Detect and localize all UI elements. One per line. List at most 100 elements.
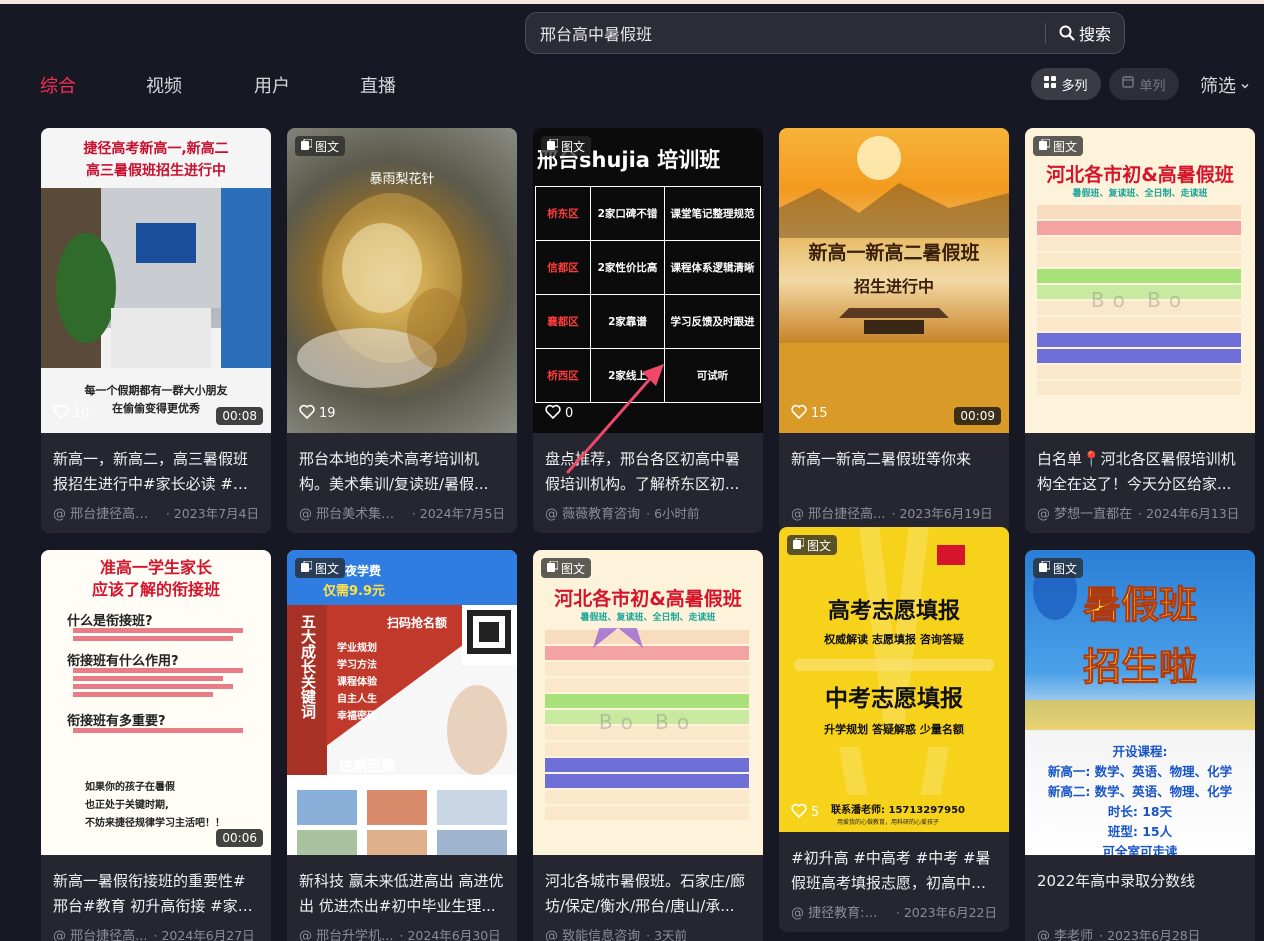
card-thumbnail[interactable]: 暴雨梨花针 图文 19 <box>287 128 517 433</box>
like-count: 13 <box>1037 826 1074 845</box>
card-author[interactable]: @ 邢台捷径高考... <box>53 503 160 522</box>
card-author[interactable]: @ 捷径教育:大... <box>791 902 890 921</box>
poster-h2: 中考志愿填报 <box>825 686 963 712</box>
poster-line: 新高一: 数学、英语、物理、化学 <box>1047 764 1233 779</box>
card-thumbnail[interactable]: 捷径高考新高一,新高二 高三暑假班招生进行中 每一个假期都有一群大小朋友 在偷偷… <box>41 128 271 433</box>
card-thumbnail[interactable]: 暑假班 招生啦 开设课程: 新高一: 数学、英语、物理、化学 新高二: 数学、英… <box>1025 550 1255 855</box>
result-card[interactable]: 高考志愿填报 权威解读 志愿填报 咨询答疑 中考志愿填报 升学规划 答疑解惑 少… <box>779 527 1009 932</box>
card-author[interactable]: @ 梦想一直都在 <box>1037 503 1132 522</box>
like-count-value: 19 <box>319 406 336 421</box>
search-button[interactable]: 搜索 <box>1046 13 1124 53</box>
card-meta: @ 邢台美术集训... · 2024年7月5日 <box>299 503 505 522</box>
result-card[interactable]: 河北各市初&高暑假班 暑假班、复读班、全日制、走读班 Bo Bo 图文 白名单📍… <box>1025 128 1255 533</box>
tab-all[interactable]: 综合 <box>40 72 76 98</box>
tab-live[interactable]: 直播 <box>360 72 396 98</box>
poster-line2: 招生进行中 <box>853 277 934 296</box>
card-date: · 2023年6月22日 <box>895 905 997 920</box>
card-thumbnail[interactable]: 河北各市初&高暑假班 暑假班、复读班、全日制、走读班 Bo Bo 图文 <box>1025 128 1255 433</box>
badge-label: 图文 <box>807 538 832 553</box>
single-column-label: 单列 <box>1139 78 1166 94</box>
filter-dropdown[interactable]: 筛选 <box>1200 72 1250 98</box>
poster-image: 捷径高考新高一,新高二 高三暑假班招生进行中 每一个假期都有一群大小朋友 在偷偷… <box>41 128 271 433</box>
poster-bottom2: 也正处于关键时期, <box>85 800 169 811</box>
poster-line1: 捷径高考新高一,新高二 <box>83 141 229 157</box>
card-title[interactable]: 新高一新高二暑假班等你来 <box>791 447 997 497</box>
poster-s2: 升学规划 答疑解惑 少量名额 <box>824 723 964 736</box>
result-card[interactable]: 准高一学生家长 应该了解的衔接班 什么是衔接班? 衔接班有什么作用? 衔接班有多… <box>41 550 271 941</box>
album-icon <box>1039 138 1051 153</box>
poster-image: 准高一学生家长 应该了解的衔接班 什么是衔接班? 衔接班有什么作用? 衔接班有多… <box>41 550 271 855</box>
card-author[interactable]: @ 邢台捷径高... <box>791 503 886 522</box>
tab-video[interactable]: 视频 <box>146 72 182 98</box>
like-count-value: 5 <box>811 805 820 820</box>
chevron-down-icon <box>1240 75 1250 96</box>
card-author[interactable]: @ 邢台升学机... <box>299 925 394 941</box>
image-post-badge: 图文 <box>541 558 592 578</box>
card-meta: @ 李老师 · 2023年6月28日 <box>1037 925 1243 941</box>
card-thumbnail[interactable]: 河北各市初&高暑假班 暑假班、复读班、全日制、走读班 Bo Bo 图文 <box>533 550 763 855</box>
card-title[interactable]: #初升高 #中高考 #中考 #暑假班高考填报志愿，初高中暑... <box>791 846 997 896</box>
card-thumbnail[interactable]: 高考志愿填报 权威解读 志愿填报 咨询答疑 中考志愿填报 升学规划 答疑解惑 少… <box>779 527 1009 832</box>
table-cell: 学习反馈及时跟进 <box>664 294 761 349</box>
like-count: 10 <box>53 404 90 423</box>
poster-line2: 应该了解的衔接班 <box>91 580 220 599</box>
result-card[interactable]: 河北各市初&高暑假班 暑假班、复读班、全日制、走读班 Bo Bo 图文 河北各城… <box>533 550 763 941</box>
like-count: 5 <box>791 803 819 822</box>
poster-image: 新高一新高二暑假班 招生进行中 <box>779 128 1009 433</box>
card-author[interactable]: @ 致能信息咨询 <box>545 925 640 941</box>
image-post-badge: 图文 <box>1033 136 1084 156</box>
poster-image: 河北各市初&高暑假班 暑假班、复读班、全日制、走读班 Bo Bo <box>1025 128 1255 433</box>
card-title[interactable]: 白名单📍河北各区暑假培训机构全在这了！今天分区给家... <box>1037 447 1243 497</box>
poster-line1: 新高一新高二暑假班 <box>808 242 980 264</box>
tab-users[interactable]: 用户 <box>254 72 290 98</box>
multi-column-label: 多列 <box>1061 78 1088 94</box>
search-input[interactable] <box>526 13 1045 53</box>
card-thumbnail[interactable]: 夜学费 仅需9.9元 扫码抢名额 五大成长关键词 学业规划 学习方法 课程体验 … <box>287 550 517 855</box>
table-cell: 2家口碑不错 <box>590 186 665 241</box>
poster-vertical: 五大成长关键词 <box>299 614 317 719</box>
table-cell: 课堂笔记整理规范 <box>664 186 761 241</box>
poster-image: 夜学费 仅需9.9元 扫码抢名额 五大成长关键词 学业规划 学习方法 课程体验 … <box>287 550 517 855</box>
card-meta: @ 薇薇教育咨询 · 6小时前 <box>545 503 751 522</box>
card-date: · 2024年6月13日 <box>1138 506 1240 521</box>
result-card[interactable]: 捷径高考新高一,新高二 高三暑假班招生进行中 每一个假期都有一群大小朋友 在偷偷… <box>41 128 271 533</box>
like-count-value: 10 <box>73 406 90 421</box>
card-title[interactable]: 新高一暑假衔接班的重要性#邢台#教育 初升高衔接 #家长... <box>53 869 259 919</box>
single-column-button[interactable]: 单列 <box>1109 68 1179 100</box>
poster-item: 学业规划 <box>337 643 377 654</box>
card-title[interactable]: 2022年高中录取分数线 <box>1037 869 1243 919</box>
poster-item: 幸福密码 <box>337 711 377 722</box>
card-author[interactable]: @ 薇薇教育咨询 <box>545 503 640 522</box>
poster-watermark: Bo Bo <box>1090 288 1190 312</box>
video-duration: 00:08 <box>216 407 263 425</box>
multi-column-button[interactable]: 多列 <box>1031 68 1101 100</box>
card-thumbnail[interactable]: 新高一新高二暑假班 招生进行中 15 00:09 <box>779 128 1009 433</box>
card-author[interactable]: @ 邢台捷径高... <box>53 925 148 941</box>
result-card[interactable]: 夜学费 仅需9.9元 扫码抢名额 五大成长关键词 学业规划 学习方法 课程体验 … <box>287 550 517 941</box>
table-cell: 桥东区 <box>535 186 591 241</box>
result-card[interactable]: 暑假班 招生啦 开设课程: 新高一: 数学、英语、物理、化学 新高二: 数学、英… <box>1025 550 1255 941</box>
card-date: · 2023年6月19日 <box>891 506 993 521</box>
result-card[interactable]: 新高一新高二暑假班 招生进行中 15 00:09 新高一新高二暑假班等你来 @ … <box>779 128 1009 533</box>
card-title[interactable]: 河北各城市暑假班。石家庄/廊坊/保定/衡水/邢台/唐山/承... <box>545 869 751 919</box>
poster-heading: 河北各市初&高暑假班 <box>554 588 742 610</box>
card-title[interactable]: 新高一，新高二，高三暑假班报招生进行中#家长必读 #暑... <box>53 447 259 497</box>
badge-label: 图文 <box>315 561 340 576</box>
filter-label: 筛选 <box>1200 76 1236 97</box>
poster-watermark: Bo Bo <box>598 710 698 734</box>
album-icon <box>547 138 559 153</box>
card-author[interactable]: @ 李老师 <box>1037 925 1093 941</box>
video-duration: 00:06 <box>216 829 263 847</box>
poster-line1: 准高一学生家长 <box>99 558 212 577</box>
poster-sub: 暑假班、复读班、全日制、走读班 <box>1072 189 1208 199</box>
result-card[interactable]: 暴雨梨花针 图文 19 邢台本地的美术高考培训机构。美术集训/复读班/暑假...… <box>287 128 517 533</box>
card-title[interactable]: 新科技 赢未来低进高出 高进优出 优进杰出#初中毕业生理... <box>299 869 505 919</box>
poster-image: 河北各市初&高暑假班 暑假班、复读班、全日制、走读班 Bo Bo <box>533 550 763 855</box>
card-title[interactable]: 邢台本地的美术高考培训机构。美术集训/复读班/暑假... <box>299 447 505 497</box>
card-thumbnail[interactable]: 准高一学生家长 应该了解的衔接班 什么是衔接班? 衔接班有什么作用? 衔接班有多… <box>41 550 271 855</box>
image-post-badge: 图文 <box>295 136 346 156</box>
table-cell: 襄都区 <box>535 294 591 349</box>
poster-image: 暑假班 招生啦 开设课程: 新高一: 数学、英语、物理、化学 新高二: 数学、英… <box>1025 550 1255 855</box>
card-author[interactable]: @ 邢台美术集训... <box>299 503 406 522</box>
table-cell: 2家性价比高 <box>590 240 665 295</box>
